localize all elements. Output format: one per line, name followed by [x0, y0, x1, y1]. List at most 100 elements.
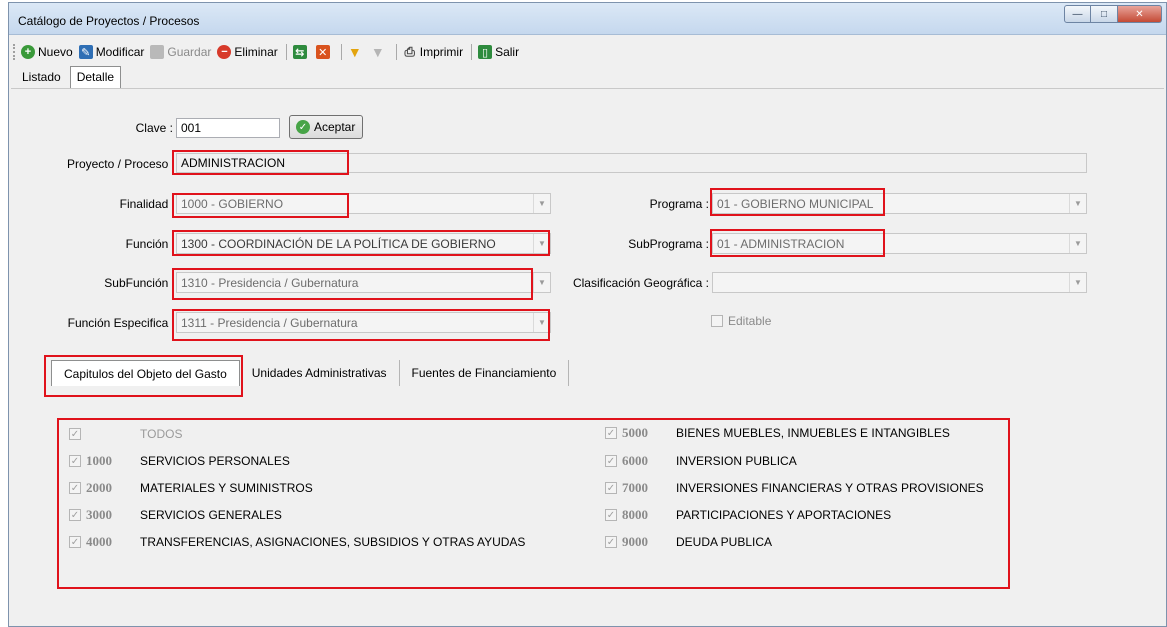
clave-input[interactable]: 001 [176, 118, 280, 138]
imprimir-button[interactable]: ⎙ Imprimir [403, 44, 464, 59]
filter-button[interactable]: ▼ [348, 44, 365, 60]
capitulo-item[interactable]: ✓ 4000 TRANSFERENCIAS, ASIGNACIONES, SUB… [69, 534, 525, 550]
editable-label: Editable [728, 314, 772, 328]
subfuncion-label: SubFunción : [104, 276, 175, 290]
save-icon [150, 45, 165, 59]
editable-checkbox[interactable]: Editable [711, 314, 771, 328]
main-window: Catálogo de Proyectos / Procesos — □ ✕ +… [8, 2, 1167, 627]
capitulo-code: 9000 [622, 534, 648, 549]
capitulo-item[interactable]: ✓ 7000 INVERSIONES FINANCIERAS Y OTRAS P… [605, 480, 984, 496]
capitulo-name: BIENES MUEBLES, INMUEBLES E INTANGIBLES [676, 426, 950, 440]
proyecto-label: Proyecto / Proceso : [66, 157, 175, 171]
close-button[interactable]: ✕ [1118, 5, 1162, 23]
imprimir-label: Imprimir [419, 45, 464, 59]
funcion-especifica-select[interactable]: 1311 - Presidencia / Gubernatura ▼ [176, 312, 551, 333]
eliminar-button[interactable]: − Eliminar [217, 45, 278, 59]
detail-panel: Clave : 001 ✓ Aceptar Proyecto / Proceso… [11, 88, 1164, 624]
chevron-down-icon: ▼ [1069, 194, 1086, 213]
programa-select[interactable]: 01 - GOBIERNO MUNICIPAL ▼ [712, 193, 1087, 214]
capitulo-name: INVERSION PUBLICA [676, 454, 797, 468]
tab-fuentes-financiamiento[interactable]: Fuentes de Financiamiento [400, 360, 570, 386]
subprograma-value: 01 - ADMINISTRACION [717, 237, 845, 251]
delete-icon: − [217, 45, 232, 59]
capitulo-name: SERVICIOS GENERALES [140, 508, 282, 522]
capitulo-item[interactable]: ✓ TODOS [69, 427, 182, 441]
nuevo-label: Nuevo [38, 45, 73, 59]
capitulo-name: DEUDA PUBLICA [676, 535, 773, 549]
toolbar-grip[interactable] [13, 44, 17, 60]
modificar-button[interactable]: ✎ Modificar [78, 45, 144, 59]
chevron-down-icon: ▼ [1069, 234, 1086, 253]
tab-unidades-administrativas[interactable]: Unidades Administrativas [240, 360, 400, 386]
capitulo-item[interactable]: ✓ 3000 SERVICIOS GENERALES [69, 507, 282, 523]
toolbar-separator [471, 44, 473, 60]
capitulo-name: SERVICIOS PERSONALES [140, 454, 290, 468]
chevron-down-icon: ▼ [533, 273, 550, 292]
tab-capitulos[interactable]: Capitulos del Objeto del Gasto [51, 360, 240, 386]
toolbar-separator [395, 44, 397, 60]
capitulo-name: TRANSFERENCIAS, ASIGNACIONES, SUBSIDIOS … [140, 535, 526, 549]
capitulo-item[interactable]: ✓ 9000 DEUDA PUBLICA [605, 534, 772, 550]
maximize-button[interactable]: □ [1091, 5, 1118, 23]
chevron-down-icon: ▼ [533, 234, 550, 253]
clasificacion-geografica-label: Clasificación Geográfica : [572, 276, 709, 290]
clear-filter-icon: ▼ [370, 44, 385, 60]
subprograma-label: SubPrograma : [628, 237, 709, 251]
editable-checkbox-box [711, 315, 723, 327]
checkbox: ✓ [605, 509, 617, 521]
capitulo-code: 3000 [86, 507, 112, 522]
capitulo-item[interactable]: ✓ 8000 PARTICIPACIONES Y APORTACIONES [605, 507, 891, 523]
capitulo-item[interactable]: ✓ 2000 MATERIALES Y SUMINISTROS [69, 480, 313, 496]
subprograma-select[interactable]: 01 - ADMINISTRACION ▼ [712, 233, 1087, 254]
checkbox: ✓ [69, 455, 81, 467]
checkbox: ✓ [605, 536, 617, 548]
export-excel-button[interactable]: ⇆ [292, 45, 310, 59]
subfuncion-select[interactable]: 1310 - Presidencia / Gubernatura ▼ [176, 272, 551, 293]
salir-button[interactable]: ▯ Salir [478, 45, 519, 59]
funcion-label: Función : [125, 237, 175, 251]
window-controls: — □ ✕ [1064, 5, 1162, 23]
capitulo-item[interactable]: ✓ 1000 SERVICIOS PERSONALES [69, 453, 290, 469]
capitulo-item[interactable]: ✓ 5000 BIENES MUEBLES, INMUEBLES E INTAN… [605, 425, 950, 441]
funcion-select[interactable]: 1300 - COORDINACIÓN DE LA POLÍTICA DE GO… [176, 233, 551, 254]
proyecto-input[interactable]: ADMINISTRACION [176, 153, 1087, 173]
window-title: Catálogo de Proyectos / Procesos [18, 14, 200, 28]
clear-filter-button[interactable]: ▼ [370, 44, 388, 60]
chevron-down-icon: ▼ [533, 194, 550, 213]
add-icon: + [21, 45, 35, 59]
chevron-down-icon: ▼ [533, 313, 550, 332]
aceptar-label: Aceptar [314, 120, 356, 134]
capitulo-code: 6000 [622, 453, 648, 468]
finalidad-value: 1000 - GOBIERNO [181, 197, 284, 211]
excel-export-icon: ⇆ [292, 45, 307, 59]
funcion-especifica-label: Función Especifica : [67, 316, 175, 330]
guardar-button[interactable]: Guardar [150, 45, 211, 59]
nuevo-button[interactable]: + Nuevo [21, 45, 73, 59]
toolbar-separator [285, 44, 287, 60]
printer-icon: ⎙ [404, 44, 415, 59]
capitulo-item[interactable]: ✓ 6000 INVERSION PUBLICA [605, 453, 797, 469]
clasificacion-geografica-select[interactable]: ▼ [712, 272, 1087, 293]
checkbox: ✓ [605, 482, 617, 494]
inner-tabs: Capitulos del Objeto del Gasto Unidades … [51, 360, 570, 386]
checkbox: ✓ [69, 509, 81, 521]
checkbox: ✓ [69, 536, 81, 548]
checkbox: ✓ [605, 455, 617, 467]
toolbar: + Nuevo ✎ Modificar Guardar − Eliminar ⇆… [9, 41, 1166, 63]
minimize-button[interactable]: — [1064, 5, 1091, 23]
check-circle-icon: ✓ [296, 120, 310, 134]
capitulo-code: 7000 [622, 480, 648, 495]
salir-label: Salir [495, 45, 520, 59]
capitulo-name: MATERIALES Y SUMINISTROS [140, 481, 313, 495]
finalidad-select[interactable]: 1000 - GOBIERNO ▼ [176, 193, 551, 214]
aceptar-button[interactable]: ✓ Aceptar [289, 115, 363, 139]
main-tabs: Listado Detalle [15, 66, 123, 88]
tab-detalle[interactable]: Detalle [69, 66, 122, 88]
checkbox: ✓ [69, 428, 81, 440]
checkbox: ✓ [69, 482, 81, 494]
cancel-button[interactable]: ✕ [315, 45, 333, 59]
subfuncion-value: 1310 - Presidencia / Gubernatura [181, 276, 359, 290]
tab-listado[interactable]: Listado [15, 66, 68, 88]
programa-label: Programa : [649, 197, 709, 211]
funcion-especifica-value: 1311 - Presidencia / Gubernatura [181, 316, 358, 330]
